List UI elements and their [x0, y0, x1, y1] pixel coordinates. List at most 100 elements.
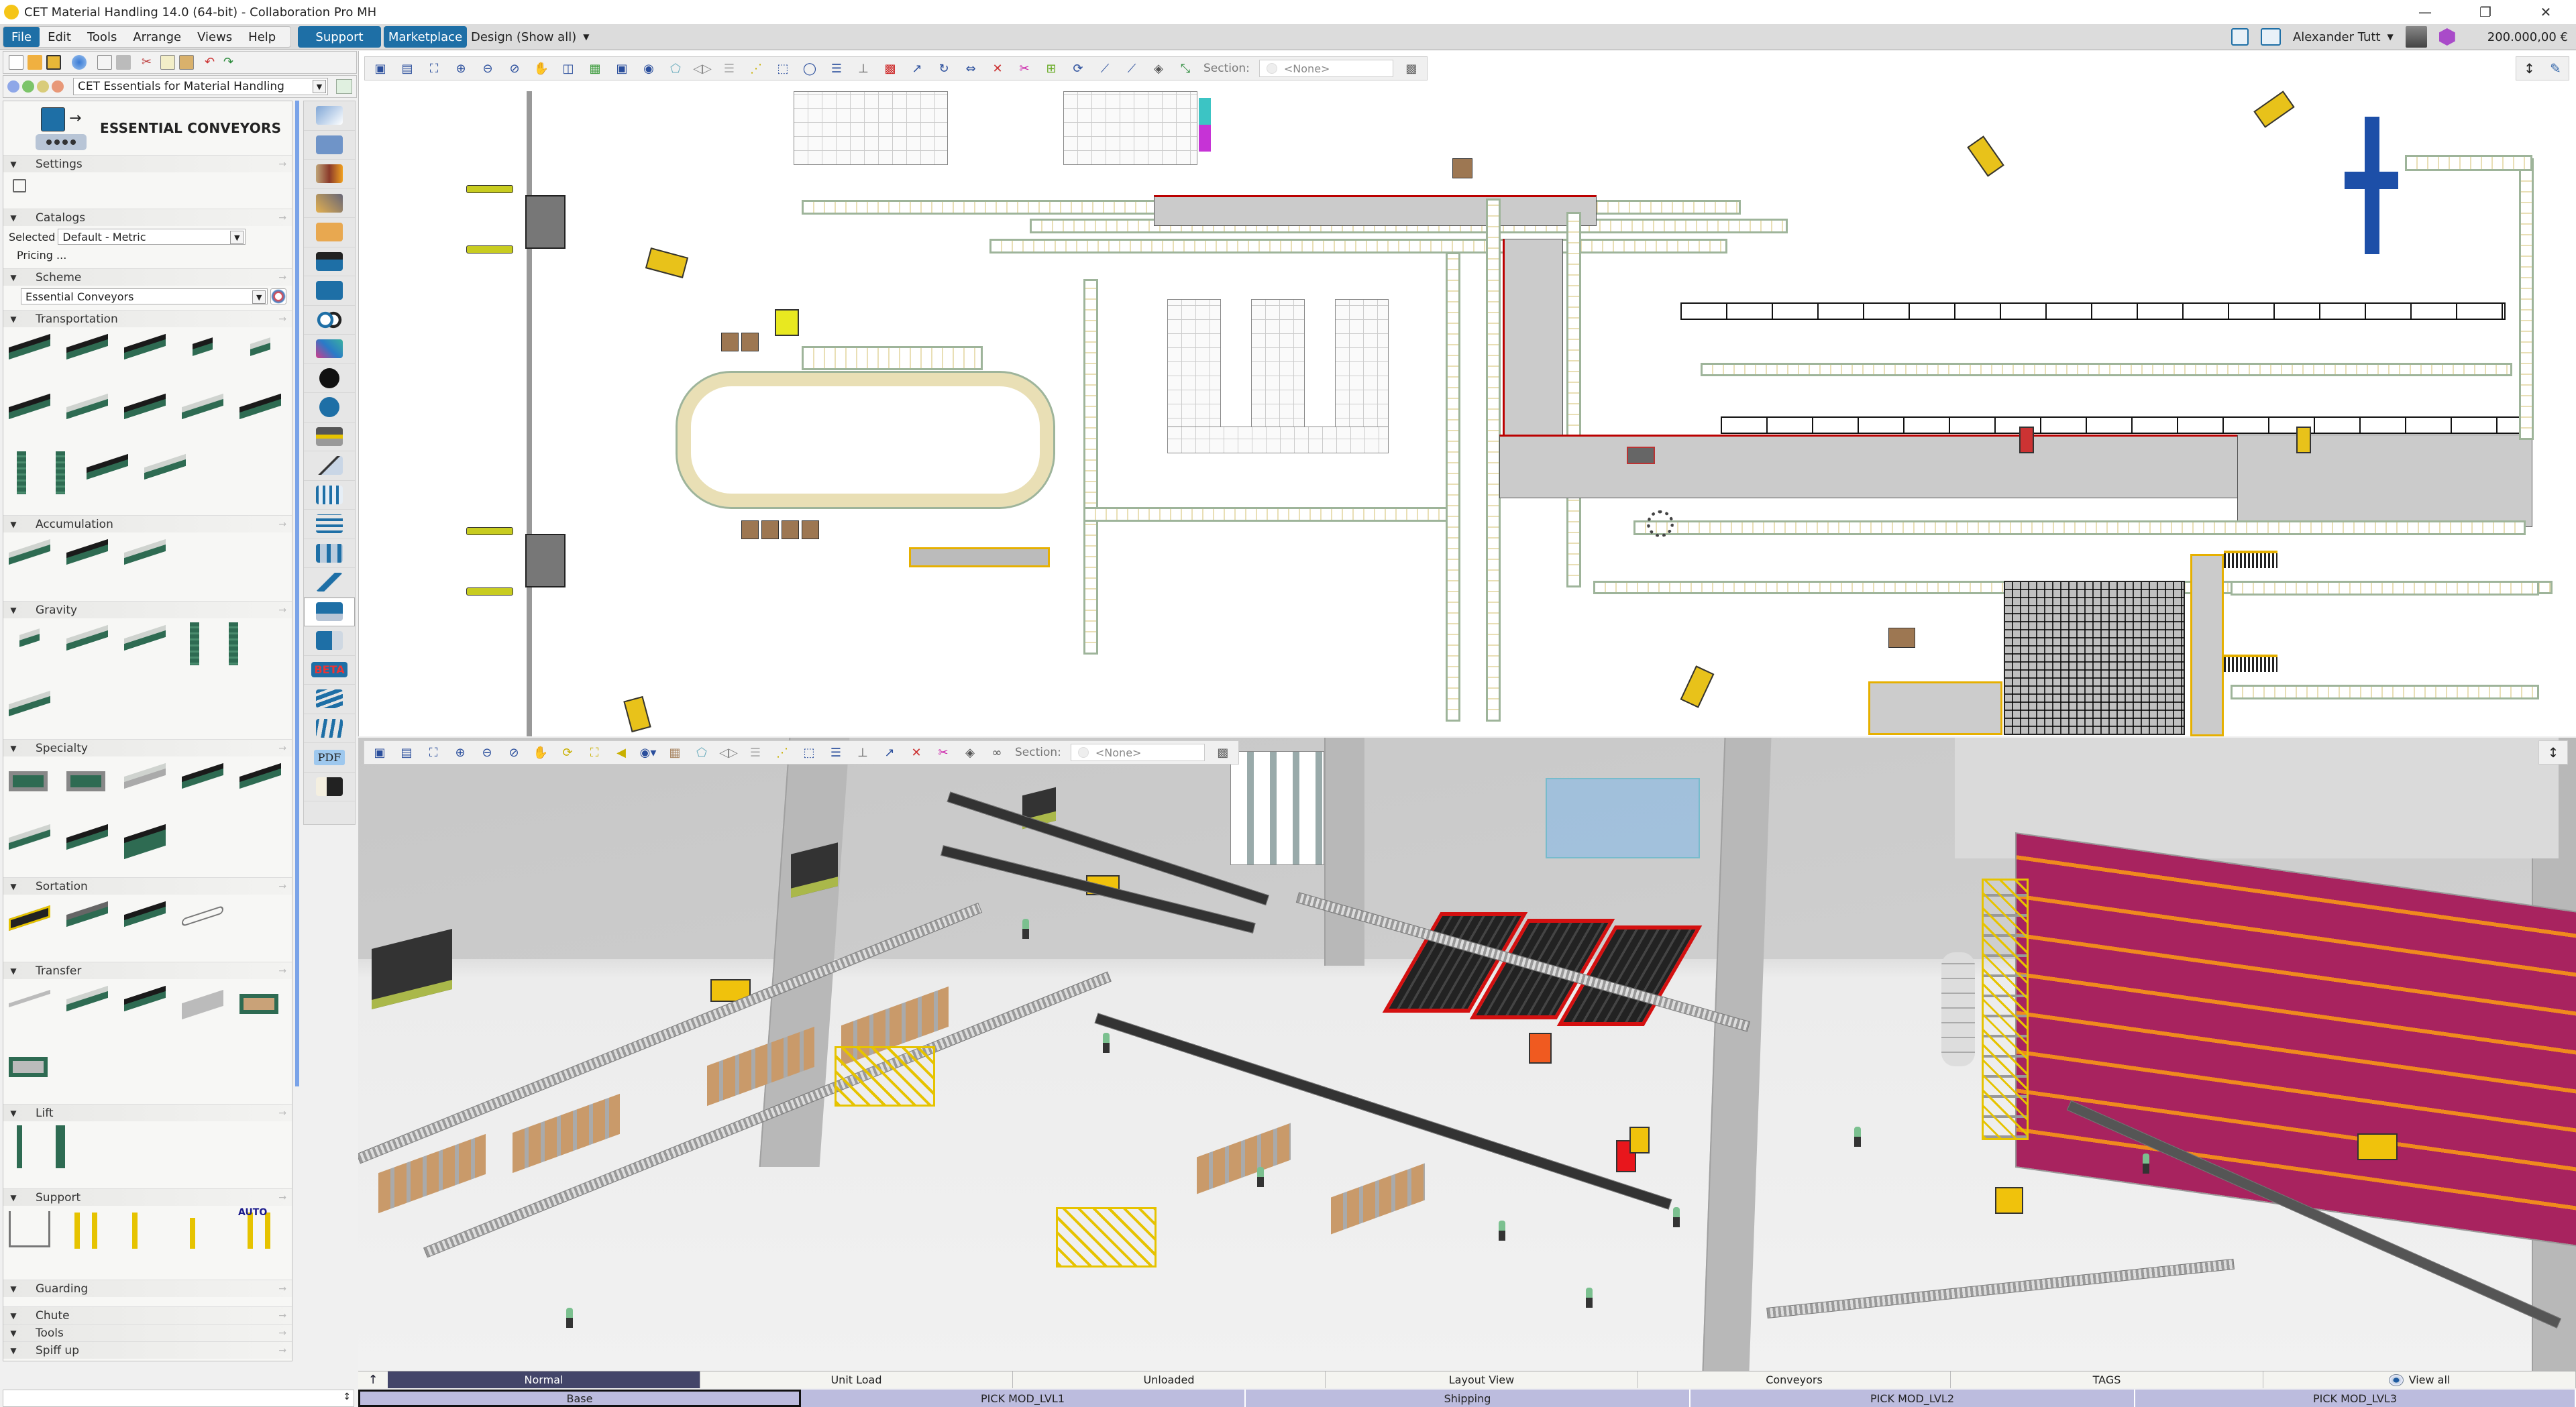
stop-single-conveyor-icon[interactable]	[238, 761, 284, 794]
tab-conveyors[interactable]: Conveyors	[1638, 1371, 1951, 1388]
pan-hand-icon[interactable]: ✋	[533, 60, 550, 77]
camera-dropdown-icon[interactable]: ◉▾	[639, 744, 657, 761]
gravity-spiral-icon[interactable]	[180, 622, 207, 665]
section-specialty[interactable]: ▼ Specialty →	[3, 739, 292, 756]
zoom-in-icon[interactable]: ⊕	[452, 60, 470, 77]
print-icon[interactable]	[116, 55, 131, 70]
minimize-button[interactable]: —	[2395, 0, 2455, 24]
beam-icon[interactable]	[304, 626, 355, 656]
diverter-icon[interactable]	[123, 899, 168, 932]
cut-to-icon[interactable]: ✂	[1016, 60, 1033, 77]
tag-icon[interactable]: ⬠	[693, 744, 710, 761]
support-button[interactable]: Support	[298, 26, 381, 48]
section-settings-icon[interactable]: ▩	[1214, 744, 1232, 761]
avatar[interactable]	[2405, 26, 2427, 48]
layer-tab-pick-mod-lvl2[interactable]: PICK MOD_LVL2	[1690, 1390, 2135, 1407]
zoom-window-icon[interactable]: ▤	[398, 744, 415, 761]
stand-icon[interactable]	[304, 423, 355, 451]
hill-belt-conveyor-icon[interactable]	[123, 331, 168, 365]
line-icon[interactable]: ⟋	[1096, 60, 1114, 77]
menu-help[interactable]: Help	[240, 27, 284, 47]
render-icon[interactable]: ▦	[666, 744, 684, 761]
section-support[interactable]: ▼ Support →	[3, 1188, 292, 1206]
gravity-merge-icon[interactable]	[65, 622, 111, 656]
nav-down-yellow-icon[interactable]	[37, 80, 49, 93]
close-button[interactable]: ✕	[2516, 0, 2576, 24]
rotate-3d-icon[interactable]: ⟳	[1069, 60, 1087, 77]
curve-belt-conveyor-icon[interactable]	[180, 331, 226, 365]
block-icon[interactable]	[304, 131, 355, 160]
zoom-selection-icon[interactable]: ◫	[559, 60, 577, 77]
measure-icon[interactable]	[304, 189, 355, 218]
accumulation-belt-icon[interactable]	[65, 537, 111, 570]
beta-icon[interactable]: BETA	[304, 656, 355, 685]
section-accumulation[interactable]: ▼ Accumulation →	[3, 515, 292, 532]
section-transfer[interactable]: ▼ Transfer →	[3, 962, 292, 979]
mirror-icon[interactable]: ◁▷	[719, 744, 738, 761]
robot-arm-icon[interactable]	[304, 568, 355, 598]
section-spiff-up[interactable]: ▼ Spiff up →	[3, 1341, 292, 1359]
transfer-channel-icon[interactable]	[180, 983, 226, 1020]
menu-arrange[interactable]: Arrange	[125, 27, 189, 47]
curve-roller-conveyor-icon[interactable]	[238, 331, 284, 365]
wave-belt-conveyor-icon[interactable]	[65, 331, 111, 365]
connect-icon[interactable]: ⋰	[747, 60, 765, 77]
camera-icon[interactable]: ◉	[640, 60, 657, 77]
delete-icon[interactable]: ✕	[989, 60, 1006, 77]
essential-conveyors-icon[interactable]	[304, 597, 355, 626]
menu-file[interactable]: File	[3, 27, 40, 47]
spiral-conveyor-icon[interactable]	[7, 451, 34, 494]
select-lasso-icon[interactable]: ◯	[801, 60, 818, 77]
transfer-roller-icon[interactable]	[65, 983, 111, 1017]
angle-belt-conveyor-icon[interactable]	[123, 391, 168, 425]
catalog-manager-icon[interactable]	[336, 79, 352, 94]
incline-belt-conveyor-icon[interactable]	[7, 331, 53, 365]
2d-layout-view[interactable]: ▣ ▤ ⛶ ⊕ ⊖ ⊘ ✋ ◫ ▦ ▣ ◉ ⬠ ◁▷ ☰ ⋰ ⬚ ◯ ☰ ⊥ ▩…	[358, 51, 2576, 736]
cut-icon[interactable]: ✂	[142, 55, 156, 70]
frame-icon[interactable]: ▣	[613, 60, 631, 77]
design-dropdown[interactable]: Design (Show all) ▼	[471, 26, 589, 48]
lift-double-icon[interactable]	[46, 1125, 73, 1168]
single-post-short-support-icon[interactable]	[180, 1210, 226, 1249]
link-icon[interactable]: ∞	[988, 744, 1006, 761]
stairs-icon[interactable]	[304, 451, 355, 481]
zoom-extents-icon[interactable]: ⛶	[425, 744, 442, 761]
new-icon[interactable]	[9, 55, 23, 70]
restore-button[interactable]: ❐	[2455, 0, 2516, 24]
3d-view[interactable]: ↕ ▣ ▤ ⛶ ⊕ ⊖ ⊘ ✋ ⟳ ⛶ ◀ ◉▾ ▦ ⬠ ◁▷ ☰ ⋰ ⬚ ☰ …	[358, 738, 2576, 1371]
delete-icon[interactable]: ✕	[908, 744, 925, 761]
sliding-shoe-sorter-icon[interactable]	[65, 899, 111, 932]
vertical-resize-icon[interactable]: ↕	[2548, 744, 2559, 761]
zoom-page-icon[interactable]: ▣	[371, 744, 388, 761]
section-scheme[interactable]: ▼ Scheme →	[3, 268, 292, 286]
transfer-table-icon[interactable]	[238, 983, 284, 1017]
menu-tools[interactable]: Tools	[79, 27, 125, 47]
layer-tab-shipping[interactable]: Shipping	[1246, 1390, 1690, 1407]
fit-icon[interactable]: ⛶	[586, 744, 603, 761]
straight-belt-conveyor-icon[interactable]	[85, 451, 131, 485]
lift-single-icon[interactable]	[7, 1125, 34, 1168]
transfer-ball-table-icon[interactable]	[7, 1046, 53, 1080]
user-menu[interactable]: Alexander Tutt ▼	[2293, 30, 2394, 44]
section-settings-icon[interactable]: ▩	[1403, 60, 1420, 77]
materials-icon[interactable]	[304, 160, 355, 189]
select-rect-icon[interactable]: ⬚	[774, 60, 792, 77]
single-post-support-icon[interactable]	[123, 1210, 168, 1249]
settings-file-icon[interactable]	[13, 179, 26, 192]
group-icon[interactable]: ▩	[881, 60, 899, 77]
align-icon[interactable]: ☰	[720, 60, 738, 77]
pricing-link[interactable]: Pricing ...	[3, 247, 292, 268]
angle-mesh-conveyor-icon[interactable]	[238, 391, 284, 425]
section-settings[interactable]: ▼ Settings →	[3, 155, 292, 172]
gravity-straight-icon[interactable]	[7, 688, 53, 722]
flexible-conveyor-icon[interactable]	[123, 761, 168, 794]
tab-layout-view[interactable]: Layout View	[1326, 1371, 1638, 1388]
zoom-extents-icon[interactable]: ⛶	[425, 60, 443, 77]
catalogs-selected-dropdown[interactable]: Default - Metric ▼	[58, 229, 246, 245]
walk-icon[interactable]: ◀	[612, 744, 630, 761]
zoom-out-icon[interactable]: ⊖	[478, 744, 496, 761]
t-logo-icon[interactable]	[304, 364, 355, 393]
gravity-spiral-2-icon[interactable]	[219, 622, 246, 665]
binoculars-icon[interactable]	[304, 773, 355, 801]
panel-scrollbar[interactable]	[295, 101, 299, 1086]
